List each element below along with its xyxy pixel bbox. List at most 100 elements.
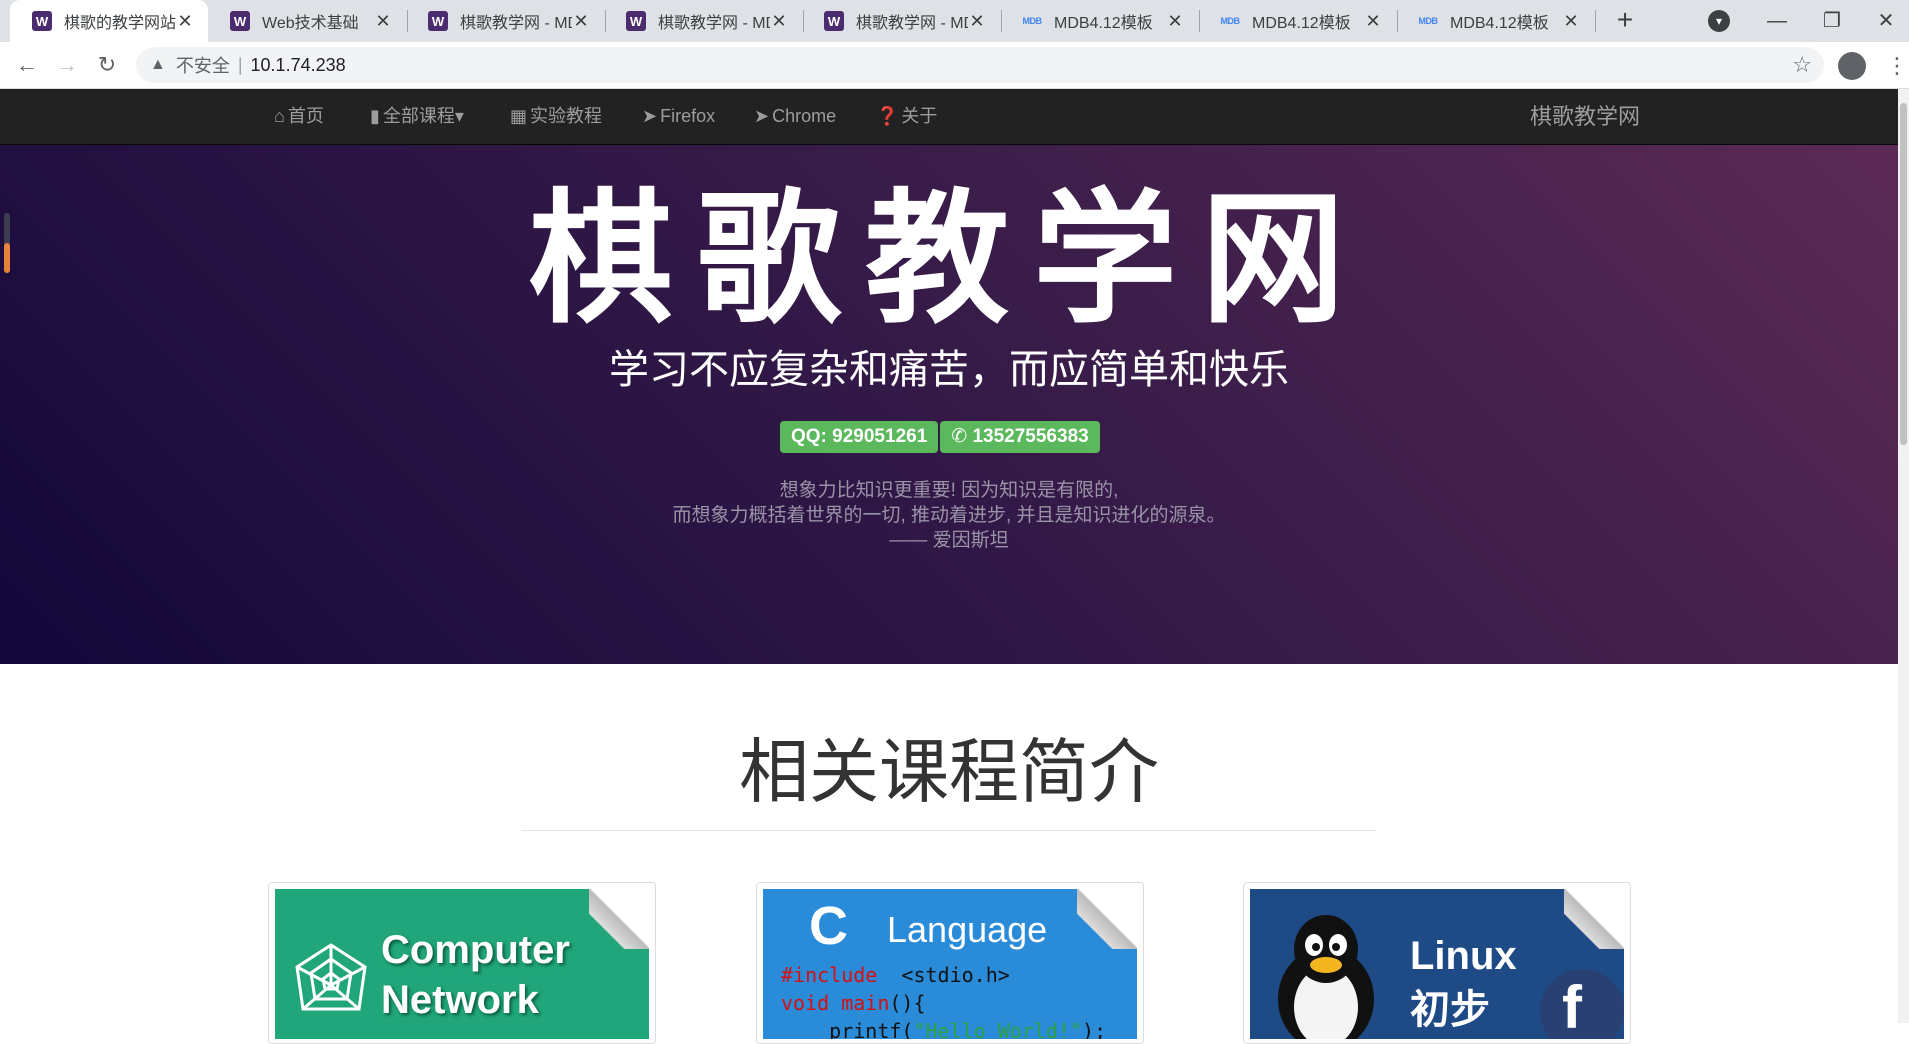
close-tab-icon[interactable]: ✕ (572, 11, 590, 32)
minimize-icon[interactable]: — (1757, 6, 1797, 36)
browser-toolbar: ← → ↻ ▲ 不安全 | 10.1.74.238 ☆ (0, 42, 1909, 89)
nav-label: 实验教程 (530, 106, 603, 126)
w-favicon-icon: W (626, 11, 646, 31)
tab-search-icon[interactable]: ▾ (1708, 10, 1730, 32)
page-scrollbar[interactable] (1898, 89, 1909, 1023)
tab-title: 棋歌教学网 - MD (460, 15, 572, 32)
fedora-logo-icon: f (1540, 969, 1624, 1039)
nav-label: 首页 (287, 106, 324, 126)
code-text: (){ (889, 991, 926, 1015)
menu-kebab-icon[interactable]: ⋮ (1886, 52, 1908, 80)
caret-down-icon: ▾ (454, 106, 464, 126)
course-title: Linux 初步 (1410, 929, 1517, 1037)
close-tab-icon[interactable]: ✕ (968, 11, 986, 32)
tux-penguin-icon (1278, 915, 1374, 1039)
url-text[interactable]: 10.1.74.238 (251, 55, 346, 76)
course-title: Computer Network (381, 925, 570, 1025)
book-icon: ▮ (370, 106, 380, 126)
nav-home[interactable]: ⌂ 首页 (274, 89, 324, 144)
nav-labs[interactable]: ▦ 实验教程 (510, 89, 602, 144)
send-icon: ➤ (754, 106, 770, 126)
phone-icon: ✆ (951, 426, 968, 447)
nav-firefox[interactable]: ➤ Firefox (642, 89, 715, 144)
tab-title: MDB4.12模板 (1054, 15, 1153, 32)
nav-all-courses-dropdown[interactable]: ▮ 全部课程▾ (370, 89, 464, 144)
browser-tab[interactable]: W 棋歌教学网 - MD ✕ (802, 0, 1000, 42)
code-text: <stdio.h> (877, 963, 1010, 987)
tab-title: MDB4.12模板 (1450, 15, 1549, 32)
send-icon: ➤ (642, 106, 658, 126)
security-label[interactable]: 不安全 (176, 52, 230, 78)
code-keyword: #include (781, 963, 878, 987)
tab-title: MDB4.12模板 (1252, 15, 1351, 32)
hero-subtitle: 学习不应复杂和痛苦，而应简单和快乐 (609, 348, 1289, 392)
browser-tab[interactable]: W Web技术基础 ✕ (208, 0, 406, 42)
course-card-linux[interactable]: Linux 初步 f (1243, 882, 1631, 1044)
w-favicon-icon: W (230, 11, 250, 31)
browser-tab[interactable]: MDB MDB4.12模板 ✕ (1396, 0, 1594, 42)
site-navbar: ⌂ 首页 ▮ 全部课程▾ ▦ 实验教程 ➤ Firefox ➤ Chrome ❓ 关于 棋歌… (0, 89, 1898, 145)
course-image[interactable]: Computer Network (275, 889, 649, 1039)
tab-title: 棋歌教学网 - MD (658, 15, 770, 32)
browser-tab[interactable]: W 棋歌教学网 - MD ✕ (604, 0, 802, 42)
code-keyword: void main (781, 991, 890, 1015)
hero-title: 棋歌教学网 (528, 179, 1369, 340)
contact-badges: QQ: 929051261 ✆ 13527556383 (780, 421, 1102, 453)
address-separator: | (237, 54, 243, 75)
quote-line: 想象力比知识更重要! 因为知识是有限的, (779, 480, 1119, 501)
browser-tab[interactable]: MDB MDB4.12模板 ✕ (1000, 0, 1198, 42)
back-icon[interactable]: ← (12, 50, 42, 80)
site-brand[interactable]: 棋歌教学网 (1530, 89, 1640, 144)
code-text: printf( (781, 1019, 914, 1039)
nav-label: 关于 (901, 106, 938, 126)
scrollbar-thumb[interactable] (1900, 103, 1907, 445)
close-tab-icon[interactable]: ✕ (1166, 11, 1184, 32)
course-image[interactable]: Linux 初步 f (1250, 889, 1624, 1039)
course-card-computer-network[interactable]: Computer Network (268, 882, 656, 1044)
browser-tab[interactable]: MDB MDB4.12模板 ✕ (1198, 0, 1396, 42)
new-tab-button[interactable]: + (1610, 6, 1640, 36)
section-heading: 相关课程简介 (739, 733, 1159, 811)
close-tab-icon[interactable]: ✕ (770, 11, 788, 32)
course-letter: C (809, 896, 848, 956)
nav-about[interactable]: ❓ 关于 (876, 89, 937, 144)
w-favicon-icon: W (428, 11, 448, 31)
section-divider (522, 830, 1376, 831)
warning-icon[interactable]: ▲ (150, 56, 166, 74)
address-bar[interactable]: ▲ 不安全 | 10.1.74.238 ☆ (136, 47, 1824, 83)
grid-icon: ▦ (510, 106, 528, 126)
course-title: Language (887, 909, 1048, 950)
close-tab-icon[interactable]: ✕ (1364, 11, 1382, 32)
quote-author: —— 爱因斯坦 (889, 530, 1009, 551)
home-icon: ⌂ (274, 106, 285, 126)
side-slider-handle[interactable] (4, 213, 10, 273)
mdb-favicon-icon: MDB (1220, 16, 1241, 26)
close-window-icon[interactable]: ✕ (1866, 6, 1906, 36)
course-card-c-language[interactable]: C Language #include <stdio.h> void main(… (756, 882, 1144, 1044)
bookmark-star-icon[interactable]: ☆ (1792, 52, 1812, 78)
reload-icon[interactable]: ↻ (92, 50, 122, 80)
profile-avatar-icon[interactable] (1838, 52, 1866, 80)
browser-tab[interactable]: W 棋歌的教学网站 ✕ (10, 0, 208, 42)
w-favicon-icon: W (32, 11, 52, 31)
close-tab-icon[interactable]: ✕ (374, 11, 392, 32)
forward-icon[interactable]: → (52, 50, 82, 80)
hero-banner: 棋歌教学网 学习不应复杂和痛苦，而应简单和快乐 QQ: 929051261 ✆ … (0, 145, 1898, 664)
page-curl (589, 889, 649, 949)
browser-tab[interactable]: W 棋歌教学网 - MD ✕ (406, 0, 604, 42)
nav-chrome[interactable]: ➤ Chrome (754, 89, 836, 144)
course-title-line: Network (381, 978, 539, 1022)
close-tab-icon[interactable]: ✕ (176, 11, 194, 32)
tab-title: 棋歌的教学网站 (64, 15, 176, 32)
page-curl (1564, 889, 1624, 949)
mdb-favicon-icon: MDB (1418, 16, 1439, 26)
course-title-line: Linux (1410, 934, 1517, 978)
question-icon: ❓ (876, 106, 899, 126)
close-tab-icon[interactable]: ✕ (1562, 11, 1580, 32)
nav-label: Chrome (772, 106, 837, 126)
restore-icon[interactable]: ❐ (1812, 6, 1852, 36)
page-curl (1077, 889, 1137, 949)
course-image[interactable]: C Language #include <stdio.h> void main(… (763, 889, 1137, 1039)
mdb-favicon-icon: MDB (1022, 16, 1043, 26)
nav-label: 全部课程 (382, 106, 455, 126)
